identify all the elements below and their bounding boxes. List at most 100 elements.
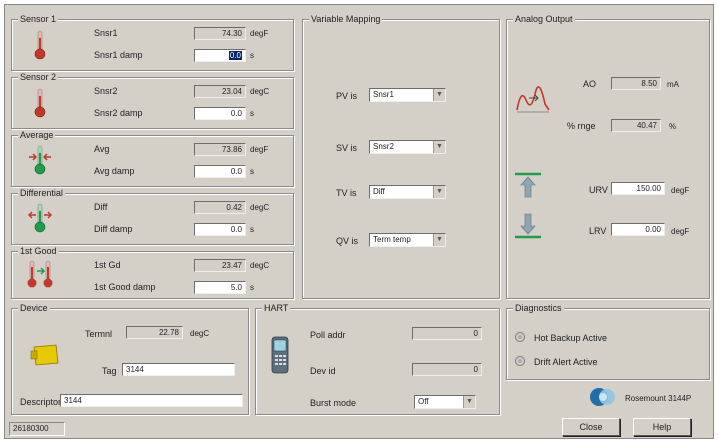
pct-range-label: % rnge — [567, 121, 596, 131]
differential-group: Differential Diff 0.42 degC Diff damp 0.… — [11, 188, 294, 245]
urv-label: URV — [589, 185, 608, 195]
avg-damp-label: Avg damp — [94, 166, 135, 176]
chevron-down-icon: ▼ — [463, 396, 475, 408]
firstgood-title: 1st Good — [18, 246, 59, 256]
poll-address-label: Poll addr — [310, 330, 346, 340]
hot-backup-indicator — [515, 332, 525, 342]
snsr1-damp-input[interactable]: 0.0 — [194, 49, 246, 62]
down-arrow-icon — [515, 213, 541, 239]
chevron-down-icon: ▼ — [433, 186, 445, 198]
terminal-value: 22.78 — [126, 326, 183, 339]
snsr2-damp-input[interactable]: 0.0 — [194, 107, 246, 120]
poll-address-value: 0 — [412, 327, 482, 340]
thermometer-arrows-icon — [28, 203, 52, 233]
firstgood-unit: degC — [250, 261, 270, 270]
pv-label: PV is — [336, 91, 358, 101]
sensor1-title: Sensor 1 — [18, 14, 59, 24]
lrv-input[interactable]: 0.00 — [611, 223, 665, 236]
urv-unit: degF — [671, 186, 690, 195]
avg-unit: degF — [250, 145, 269, 154]
qv-label: QV is — [336, 236, 359, 246]
snsr2-damp-unit: s — [250, 109, 254, 118]
diff-label: Diff — [94, 202, 108, 212]
hart-title: HART — [262, 303, 291, 313]
ao-value: 8.50 — [611, 77, 661, 90]
differential-title: Differential — [18, 188, 65, 198]
sv-label: SV is — [336, 143, 358, 153]
diff-value: 0.42 — [194, 201, 246, 214]
lrv-label: LRV — [589, 226, 607, 236]
firstgood-damp-input[interactable]: 5.0 — [194, 281, 246, 294]
terminal-label: Termnl — [85, 329, 113, 339]
up-arrow-icon — [515, 172, 541, 198]
firstgood-value: 23.47 — [194, 259, 246, 272]
thermometer-arrows-icon — [29, 145, 51, 175]
diff-unit: degC — [250, 203, 270, 212]
firstgood-damp-unit: s — [250, 283, 254, 292]
thermometer-icon — [34, 30, 46, 60]
snsr2-value: 23.04 — [194, 85, 246, 98]
device-group: Device Termnl 22.78 degC Tag 3144 Descri… — [11, 303, 249, 415]
snsr1-unit: degF — [250, 29, 269, 38]
average-title: Average — [18, 130, 56, 140]
tv-label: TV is — [336, 188, 357, 198]
dual-thermometer-icon — [27, 260, 53, 288]
drift-alert-label: Drift Alert Active — [534, 357, 598, 367]
sensor2-group: Sensor 2 Snsr2 23.04 degC Snsr2 damp 0.0… — [11, 72, 294, 129]
close-button[interactable]: Close — [562, 418, 620, 436]
variable-mapping-group: Variable Mapping PV is Snsr1 ▼ SV is Snsr… — [302, 14, 500, 299]
device-title: Device — [18, 303, 50, 313]
chevron-down-icon: ▼ — [433, 141, 445, 153]
tv-select[interactable]: Diff ▼ — [369, 185, 446, 199]
sv-select[interactable]: Snsr2 ▼ — [369, 140, 446, 154]
pct-range-value: 40.47 — [611, 119, 661, 132]
hot-backup-label: Hot Backup Active — [534, 333, 608, 343]
snsr2-label: Snsr2 — [94, 86, 118, 96]
burst-mode-select[interactable]: Off ▼ — [414, 395, 476, 409]
status-code: 26180300 — [9, 422, 65, 436]
diagnostics-group: Diagnostics Hot Backup Active Drift Aler… — [506, 303, 710, 380]
device-module-icon — [30, 344, 59, 366]
avg-damp-unit: s — [250, 167, 254, 176]
diagnostics-title: Diagnostics — [513, 303, 564, 313]
snsr1-damp-unit: s — [250, 51, 254, 60]
sensor1-group: Sensor 1 Snsr1 74.30 degF Snsr1 damp 0.0… — [11, 14, 294, 71]
brand-label: Rosemount 3144P — [625, 394, 692, 403]
descriptor-label: Descriptor — [20, 397, 62, 407]
avg-damp-input[interactable]: 0.0 — [194, 165, 246, 178]
drift-alert-indicator — [515, 356, 525, 366]
analog-output-title: Analog Output — [513, 14, 575, 24]
chevron-down-icon: ▼ — [433, 89, 445, 101]
device-id-value: 0 — [412, 363, 482, 376]
diff-damp-unit: s — [250, 225, 254, 234]
avg-value: 73.86 — [194, 143, 246, 156]
transmitter-config-window: Sensor 1 Snsr1 74.30 degF Snsr1 damp 0.0… — [4, 4, 714, 439]
diff-damp-label: Diff damp — [94, 224, 133, 234]
burst-mode-label: Burst mode — [310, 398, 357, 408]
device-id-label: Dev id — [310, 366, 336, 376]
firstgood-damp-label: 1st Good damp — [94, 282, 156, 292]
help-button[interactable]: Help — [633, 418, 691, 436]
descriptor-input[interactable]: 3144 — [60, 394, 243, 407]
variable-mapping-title: Variable Mapping — [309, 14, 383, 24]
pv-select[interactable]: Snsr1 ▼ — [369, 88, 446, 102]
snsr2-unit: degC — [250, 87, 270, 96]
rosemount-logo-icon — [590, 388, 615, 406]
hart-group: HART Poll addr 0 Dev id 0 Burst mode Off… — [255, 303, 500, 415]
urv-input[interactable]: 150.00 — [611, 182, 665, 195]
avg-label: Avg — [94, 144, 110, 154]
firstgood-group: 1st Good 1st Gd 23.47 degC 1st Good damp… — [11, 246, 294, 299]
tag-label: Tag — [102, 366, 117, 376]
qv-select[interactable]: Term temp ▼ — [369, 233, 446, 247]
pct-range-unit: % — [669, 122, 677, 131]
diff-damp-input[interactable]: 0.0 — [194, 223, 246, 236]
firstgood-label: 1st Gd — [94, 260, 121, 270]
analog-output-group: Analog Output AO 8.50 mA % rnge 40.47 % … — [506, 14, 710, 299]
tag-input[interactable]: 3144 — [122, 363, 235, 376]
snsr1-damp-label: Snsr1 damp — [94, 50, 143, 60]
terminal-unit: degC — [190, 329, 210, 338]
snsr1-value: 74.30 — [194, 27, 246, 40]
ao-unit: mA — [667, 80, 679, 89]
thermometer-icon — [34, 88, 46, 118]
snsr1-label: Snsr1 — [94, 28, 118, 38]
